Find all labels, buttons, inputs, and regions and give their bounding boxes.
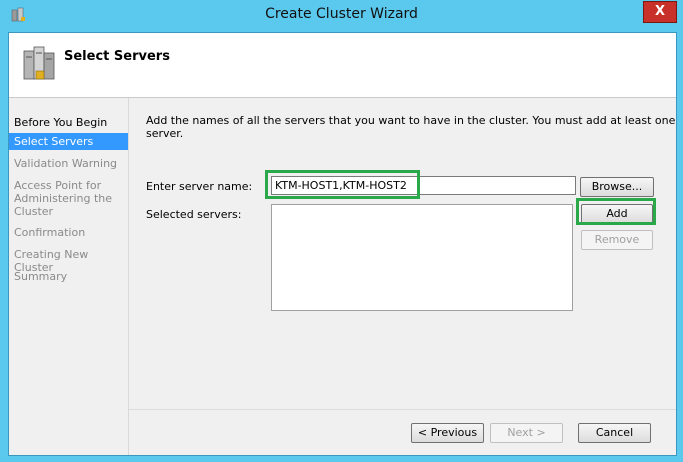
instructions-text: Add the names of all the servers that yo… [146, 114, 676, 140]
window-title: Create Cluster Wizard [265, 6, 418, 22]
footer-divider [129, 409, 676, 410]
next-button[interactable]: Next > [490, 423, 563, 443]
server-name-highlight [265, 170, 420, 199]
wizard-window: Create Cluster Wizard X Select Servers B… [0, 0, 683, 462]
cancel-button[interactable]: Cancel [578, 423, 651, 443]
page-title: Select Servers [64, 49, 170, 64]
selected-servers-label: Selected servers: [146, 208, 242, 221]
browse-button[interactable]: Browse... [580, 177, 654, 197]
wizard-header: Select Servers [9, 33, 676, 98]
step-confirmation: Confirmation [14, 226, 86, 239]
wizard-content: Add the names of all the servers that yo… [129, 98, 676, 455]
step-before-you-begin[interactable]: Before You Begin [14, 116, 124, 129]
server-name-label: Enter server name: [146, 180, 253, 193]
step-access-point: Access Point for Administering the Clust… [14, 179, 113, 218]
close-button[interactable]: X [643, 1, 677, 23]
selected-servers-list[interactable] [271, 204, 573, 311]
step-validation-warning: Validation Warning [14, 157, 118, 170]
wizard-body: Select Servers Before You Begin Select S… [8, 32, 677, 456]
title-bar[interactable]: Create Cluster Wizard X [0, 0, 683, 32]
step-summary: Summary [14, 270, 68, 283]
wizard-steps: Before You Begin Select Servers Validati… [9, 98, 129, 455]
add-button-highlight [576, 198, 656, 225]
servers-icon [21, 43, 57, 83]
remove-button[interactable]: Remove [581, 230, 653, 250]
previous-button[interactable]: < Previous [411, 423, 484, 443]
step-select-servers[interactable]: Select Servers [9, 133, 128, 150]
